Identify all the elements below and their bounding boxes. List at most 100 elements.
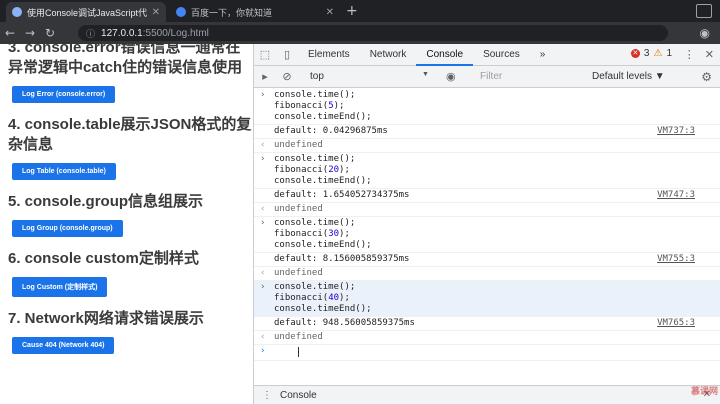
log-error-button[interactable]: Log Error (console.error) <box>12 86 116 103</box>
url-field[interactable]: ⓘ 127.0.0.1 :5500/Log.html <box>78 25 668 41</box>
console-log: default: 948.56005859375ms VM765:3 <box>254 317 720 331</box>
reload-icon[interactable]: ↻ <box>40 26 60 40</box>
console-result: ‹ undefined <box>254 331 720 345</box>
console-log: default: 1.654052734375ms VM747:3 <box>254 189 720 203</box>
console-output: › console.time(); fibonacci(5); console.… <box>254 89 720 385</box>
baidu-icon <box>176 7 186 17</box>
text-cursor <box>298 347 299 357</box>
back-icon[interactable]: ← <box>0 26 20 40</box>
profile-icon[interactable]: ◉ <box>700 26 710 40</box>
issue-counter[interactable]: ✕ 3 ⚠ 1 <box>630 48 672 59</box>
input-chevron-icon: › <box>260 154 266 164</box>
globe-icon <box>12 7 22 17</box>
filter-input[interactable]: Filter <box>472 69 582 85</box>
result-text: undefined <box>274 140 323 150</box>
error-count: 3 <box>643 48 650 59</box>
close-devtools-icon[interactable]: ✕ <box>705 48 714 61</box>
console-log: default: 8.156005859375ms VM755:3 <box>254 253 720 267</box>
device-toolbar-icon[interactable]: ▯ <box>276 48 298 61</box>
heading-error: 3. console.error错误信息一通常在异常逻辑中catch住的错误信息… <box>8 44 243 76</box>
code-line: fibonacci(30); <box>274 229 350 239</box>
code-line: console.timeEnd(); <box>274 112 372 122</box>
close-icon[interactable]: ✕ <box>326 7 334 18</box>
inspect-icon[interactable]: ⬚ <box>254 48 276 61</box>
result-text: undefined <box>274 268 323 278</box>
console-toolbar: ▸ ⊘ top ▼ ◉ Filter Default levels ▼ ⚙ <box>254 66 720 88</box>
heading-network: 7. Network网络请求错误展示 <box>8 310 204 327</box>
info-icon: ⓘ <box>86 28 96 39</box>
prompt-chevron-icon: › <box>260 346 266 356</box>
console-result: ‹ undefined <box>254 203 720 217</box>
drawer-tab-console[interactable]: Console <box>280 390 317 401</box>
sidebar-toggle-icon[interactable]: ▸ <box>254 70 276 83</box>
error-icon: ✕ <box>630 49 640 58</box>
heading-custom: 6. console custom定制样式 <box>8 250 199 267</box>
log-group-button[interactable]: Log Group (console.group) <box>12 220 123 237</box>
eye-icon[interactable]: ◉ <box>446 70 456 83</box>
levels-dropdown[interactable]: Default levels ▼ <box>592 71 665 82</box>
log-custom-button[interactable]: Log Custom (定制样式) <box>12 277 108 297</box>
code-line: console.timeEnd(); <box>274 304 372 314</box>
page-content: 3. console.error错误信息一通常在异常逻辑中catch住的错误信息… <box>0 44 253 404</box>
result-chevron-icon: ‹ <box>260 204 266 214</box>
result-chevron-icon: ‹ <box>260 332 266 342</box>
cause-404-button[interactable]: Cause 404 (Network 404) <box>12 337 115 354</box>
log-text: default: 1.654052734375ms <box>274 190 410 200</box>
tab-title: 使用Console调试JavaScript代码 <box>27 7 147 18</box>
browser-tab-active[interactable]: 使用Console调试JavaScript代码 ✕ <box>6 2 166 22</box>
new-tab-icon[interactable]: + <box>346 3 358 19</box>
heading-table: 4. console.table展示JSON格式的复杂信息 <box>8 116 252 153</box>
devtools-panel: ⬚ ▯ Elements Network Console Sources » ✕… <box>253 44 720 404</box>
drawer-menu-icon[interactable]: ⋮ <box>254 390 280 401</box>
code-line: fibonacci(20); <box>274 165 350 175</box>
code-line: console.timeEnd(); <box>274 240 372 250</box>
tab-network[interactable]: Network <box>360 44 417 66</box>
kebab-menu-icon[interactable]: ⋮ <box>684 48 695 61</box>
tab-sources[interactable]: Sources <box>473 44 530 66</box>
console-prompt[interactable]: › <box>254 345 720 361</box>
tab-console[interactable]: Console <box>416 44 474 66</box>
tab-elements[interactable]: Elements <box>298 44 360 66</box>
console-log: default: 0.04296875ms VM737:3 <box>254 125 720 139</box>
log-text: default: 948.56005859375ms <box>274 318 415 328</box>
source-link[interactable]: VM765:3 <box>657 318 695 328</box>
console-result: ‹ undefined <box>254 267 720 281</box>
console-input: › console.time(); fibonacci(5); console.… <box>254 89 720 125</box>
input-chevron-icon: › <box>260 282 266 292</box>
context-selector[interactable]: top <box>310 71 430 82</box>
code-line: console.timeEnd(); <box>274 176 372 186</box>
console-input: › console.time(); fibonacci(30); console… <box>254 217 720 253</box>
tab-title: 百度一下，你就知道 <box>191 7 273 18</box>
source-link[interactable]: VM737:3 <box>657 126 695 136</box>
url-host: 127.0.0.1 <box>101 27 143 39</box>
result-text: undefined <box>274 204 323 214</box>
code-line: console.time(); <box>274 154 356 164</box>
watermark-logo: 慕课网 <box>690 387 718 397</box>
browser-tab-baidu[interactable]: 百度一下，你就知道 ✕ <box>170 2 340 22</box>
gear-icon[interactable]: ⚙ <box>701 70 712 84</box>
log-text: default: 8.156005859375ms <box>274 254 410 264</box>
code-line: console.time(); <box>274 282 356 292</box>
log-table-button[interactable]: Log Table (console.table) <box>12 163 116 180</box>
more-tabs[interactable]: » <box>530 44 556 66</box>
console-result: ‹ undefined <box>254 139 720 153</box>
console-drawer: ⋮ Console ✕ <box>254 385 720 404</box>
console-input: › console.time(); fibonacci(40); console… <box>254 281 720 317</box>
source-link[interactable]: VM755:3 <box>657 254 695 264</box>
result-chevron-icon: ‹ <box>260 140 266 150</box>
result-text: undefined <box>274 332 323 342</box>
log-text: default: 0.04296875ms <box>274 126 388 136</box>
code-line: console.time(); <box>274 218 356 228</box>
input-chevron-icon: › <box>260 218 266 228</box>
code-line: console.time(); <box>274 90 356 100</box>
clear-console-icon[interactable]: ⊘ <box>276 70 298 83</box>
forward-icon[interactable]: → <box>20 26 40 40</box>
window-icon[interactable] <box>696 4 712 18</box>
close-icon[interactable]: ✕ <box>152 7 160 18</box>
source-link[interactable]: VM747:3 <box>657 190 695 200</box>
code-line: fibonacci(5); <box>274 101 345 111</box>
browser-tab-bar: 使用Console调试JavaScript代码 ✕ 百度一下，你就知道 ✕ + <box>0 0 720 22</box>
warning-icon: ⚠ <box>653 48 663 59</box>
url-path: :5500/Log.html <box>142 27 209 39</box>
console-input: › console.time(); fibonacci(20); console… <box>254 153 720 189</box>
